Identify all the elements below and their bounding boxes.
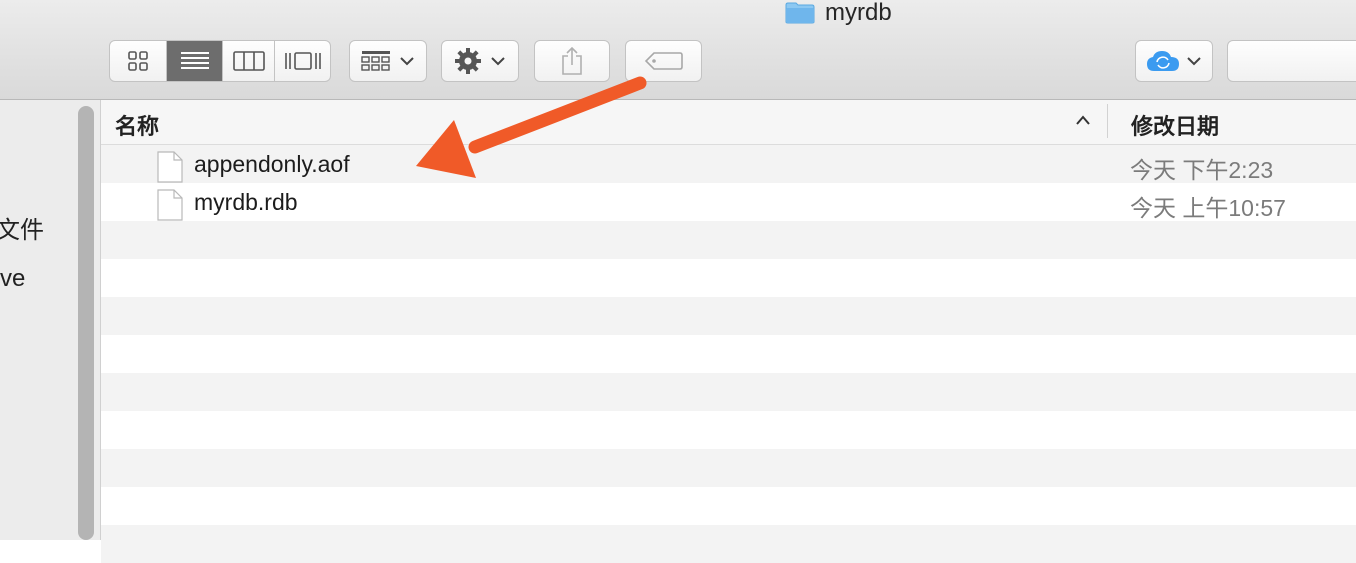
icloud-button[interactable] [1135, 40, 1213, 82]
icon-view-button[interactable] [110, 41, 167, 81]
file-row[interactable]: appendonly.aof 今天 下午2:23 [101, 145, 1356, 183]
list-view-button[interactable] [167, 41, 223, 81]
empty-row [101, 221, 1356, 259]
file-name: appendonly.aof [194, 151, 350, 177]
column-header: 名称 修改日期 [101, 100, 1356, 145]
empty-row [101, 335, 1356, 373]
empty-row [101, 487, 1356, 525]
sort-ascending-icon[interactable] [1075, 114, 1091, 126]
sidebar-scrollbar[interactable] [78, 106, 94, 540]
arrange-grid-icon [361, 51, 390, 71]
sidebar-item-label[interactable]: ve [0, 265, 25, 293]
share-icon [562, 46, 582, 75]
empty-row [101, 449, 1356, 487]
file-date: 今天 上午10:57 [1130, 195, 1286, 221]
chevron-down-icon [1187, 57, 1201, 66]
file-row[interactable]: myrdb.rdb 今天 上午10:57 [101, 183, 1356, 221]
grid-icon [128, 51, 148, 71]
empty-row [101, 525, 1356, 563]
sidebar-item-label[interactable]: 文件 [0, 210, 44, 245]
empty-row [101, 259, 1356, 297]
list-icon [180, 52, 209, 69]
share-button[interactable] [534, 40, 610, 82]
cover-flow-view-button[interactable] [275, 41, 330, 81]
folder-icon [785, 2, 815, 24]
file-list: appendonly.aof 今天 下午2:23 myrdb.rdb 今天 上午… [101, 145, 1356, 563]
icloud-icon [1147, 51, 1179, 71]
empty-row [101, 411, 1356, 449]
search-field[interactable] [1227, 40, 1356, 82]
date-column-header[interactable]: 修改日期 [1131, 109, 1219, 141]
toolbar: myrdb [0, 0, 1356, 100]
column-separator[interactable] [1107, 104, 1108, 138]
chevron-down-icon [491, 57, 505, 66]
name-column-header[interactable]: 名称 [115, 109, 159, 141]
tag-icon [644, 52, 683, 70]
columns-icon [232, 51, 265, 71]
file-name: myrdb.rdb [194, 189, 298, 215]
sidebar: 文件 ve [0, 100, 101, 540]
column-view-button[interactable] [223, 41, 275, 81]
window-title-text: myrdb [825, 0, 892, 26]
cover-flow-icon [284, 52, 321, 70]
chevron-down-icon [400, 57, 414, 66]
arrange-button[interactable] [349, 40, 427, 82]
window-title: myrdb [785, 0, 892, 28]
empty-row [101, 297, 1356, 335]
action-button[interactable] [441, 40, 519, 82]
gear-icon [455, 48, 481, 74]
document-icon [157, 189, 183, 221]
view-mode-segmented [109, 40, 331, 82]
empty-row [101, 373, 1356, 411]
document-icon [157, 151, 183, 183]
tag-button[interactable] [625, 40, 702, 82]
file-date: 今天 下午2:23 [1130, 157, 1274, 183]
